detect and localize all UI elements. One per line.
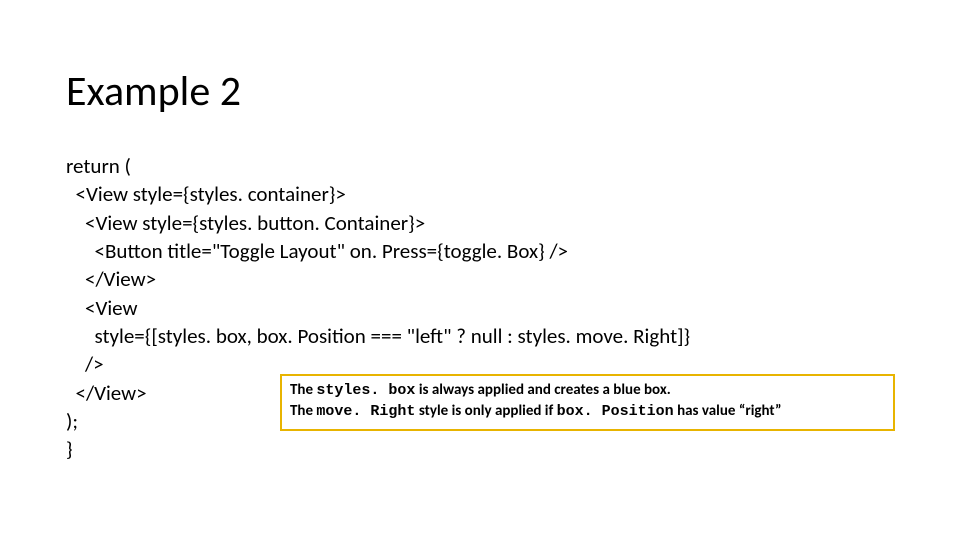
code-line: </View>	[66, 380, 147, 406]
code-line: <View style={styles. container}>	[66, 181, 346, 207]
callout-text: style is only applied if	[415, 402, 556, 420]
callout-line-1: The styles. box is always applied and cr…	[290, 380, 885, 401]
code-line: </View>	[66, 266, 156, 292]
code-line: <View style={styles. button. Container}>	[66, 210, 425, 236]
code-line: <View	[66, 295, 138, 321]
callout-code: styles. box	[316, 382, 415, 399]
callout-text: The	[290, 402, 316, 420]
callout-text: is always applied and creates a blue box…	[415, 381, 670, 399]
slide-title: Example 2	[66, 66, 241, 117]
callout-code: move. Right	[316, 403, 415, 420]
callout-line-2: The move. Right style is only applied if…	[290, 401, 885, 422]
code-line: <Button title="Toggle Layout" on. Press=…	[66, 238, 568, 264]
callout-text: The	[290, 381, 316, 399]
callout-box: The styles. box is always applied and cr…	[280, 374, 895, 431]
slide: Example 2 return ( <View style={styles. …	[0, 0, 960, 540]
callout-code: box. Position	[557, 403, 674, 420]
code-line: return (	[66, 153, 131, 179]
code-line: />	[66, 351, 104, 377]
callout-text: has value “right”	[674, 402, 782, 420]
code-line: }	[66, 436, 73, 462]
code-line: );	[66, 408, 78, 434]
code-line: style={[styles. box, box. Position === "…	[66, 323, 690, 349]
